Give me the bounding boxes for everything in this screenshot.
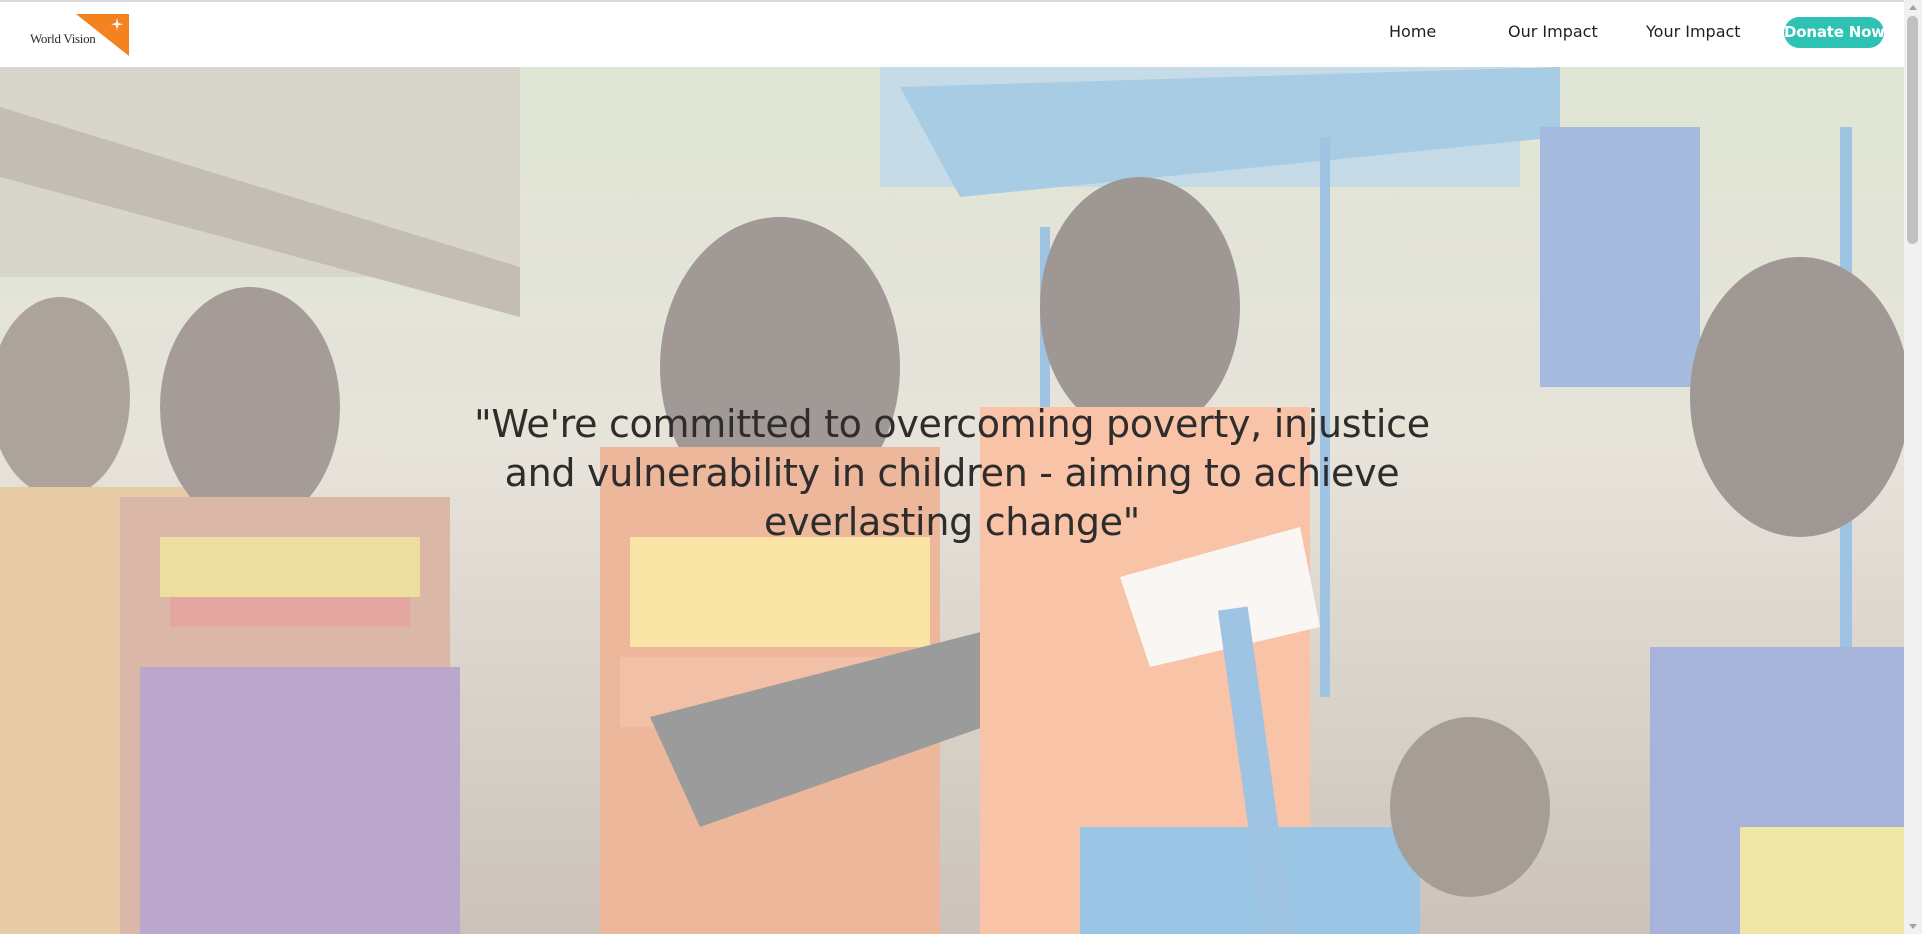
hero-banner: "We're committed to overcoming poverty, …	[0, 67, 1904, 934]
scroll-up-arrow-icon[interactable]	[1909, 5, 1917, 10]
nav-our-impact-link[interactable]: Our Impact	[1508, 22, 1598, 41]
page-scrollbar[interactable]	[1904, 0, 1922, 934]
hero-quote: "We're committed to overcoming poverty, …	[474, 402, 1430, 544]
donate-now-button[interactable]: Donate Now	[1784, 17, 1885, 48]
nav-home-link[interactable]: Home	[1389, 22, 1436, 41]
logo-text: World Vision	[30, 31, 96, 46]
nav-your-impact-link[interactable]: Your Impact	[1646, 22, 1741, 41]
world-vision-logo[interactable]: World Vision	[28, 12, 132, 56]
scroll-thumb[interactable]	[1907, 16, 1918, 244]
site-header: World Vision Home Our Impact Your Impact…	[0, 2, 1904, 67]
scroll-down-arrow-icon[interactable]	[1909, 924, 1917, 929]
